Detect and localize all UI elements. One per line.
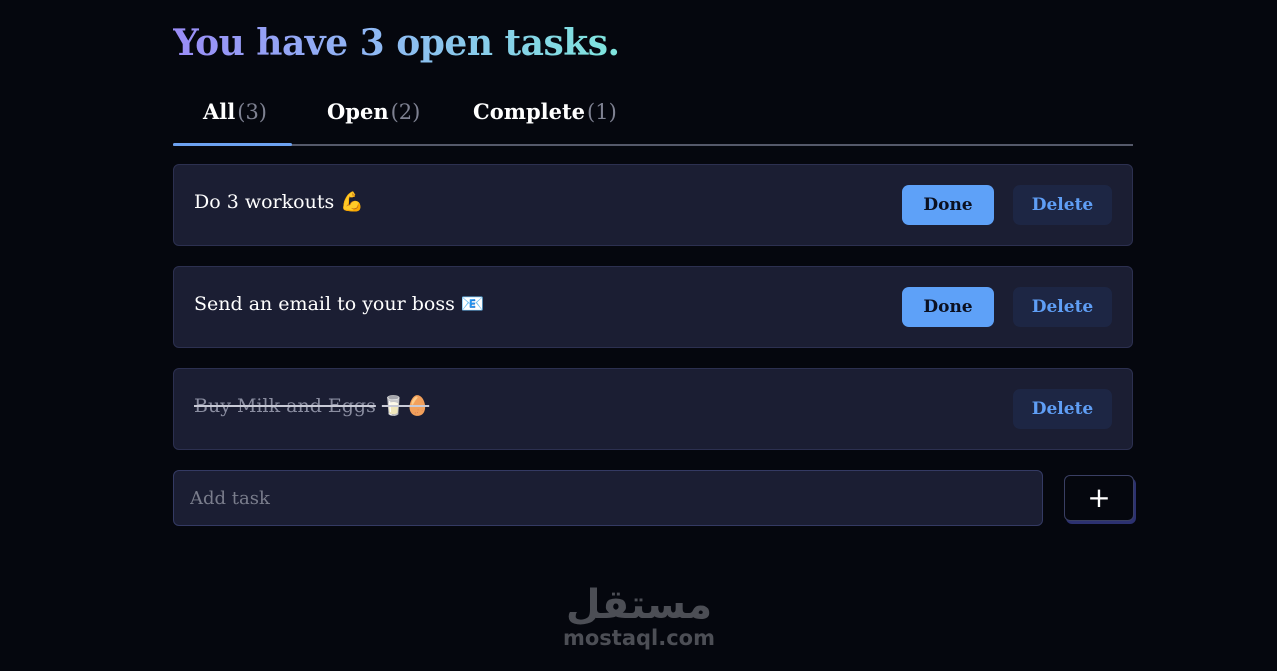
done-button[interactable]: Done (902, 287, 994, 327)
task-text: Do 3 workouts 💪 (194, 190, 364, 213)
milk-and-egg-icon: 🥛🥚 (381, 395, 430, 417)
task-label: Do 3 workouts (194, 191, 335, 213)
flexed-biceps-icon: 💪 (340, 191, 364, 213)
task-text: Send an email to your boss 📧 (194, 292, 485, 315)
tab-all-label: All (203, 99, 236, 124)
watermark-text: mostaql.com (563, 626, 715, 650)
delete-button[interactable]: Delete (1013, 389, 1112, 429)
tab-complete-count: (1) (587, 100, 617, 124)
add-task-input[interactable] (173, 470, 1043, 526)
add-task-button[interactable]: + (1064, 475, 1134, 521)
task-item: Send an email to your boss 📧 Done Delete (173, 266, 1133, 348)
tab-all-count: (3) (237, 100, 267, 124)
tab-open-label: Open (327, 99, 389, 124)
envelope-icon: 📧 (460, 293, 485, 315)
task-label: Buy Milk and Eggs (194, 395, 376, 417)
delete-button[interactable]: Delete (1013, 185, 1112, 225)
task-item: Do 3 workouts 💪 Done Delete (173, 164, 1133, 246)
done-button[interactable]: Done (902, 185, 994, 225)
watermark: مستقل mostaql.com (562, 580, 716, 650)
task-item-completed: Buy Milk and Eggs 🥛🥚 Delete (173, 368, 1133, 450)
tab-open[interactable]: Open(2) (327, 99, 420, 124)
page-title: You have 3 open tasks. (173, 22, 620, 64)
task-label: Send an email to your boss (194, 293, 455, 315)
tab-bar: All(3) Open(2) Complete(1) (173, 84, 1133, 146)
tab-complete-label: Complete (473, 99, 586, 124)
watermark-logo: مستقل (565, 582, 713, 628)
tab-complete[interactable]: Complete(1) (473, 99, 617, 124)
active-tab-indicator (173, 143, 292, 146)
task-text: Buy Milk and Eggs 🥛🥚 (194, 394, 429, 417)
tab-all[interactable]: All(3) (203, 99, 267, 124)
tab-open-count: (2) (390, 100, 421, 124)
delete-button[interactable]: Delete (1013, 287, 1112, 327)
